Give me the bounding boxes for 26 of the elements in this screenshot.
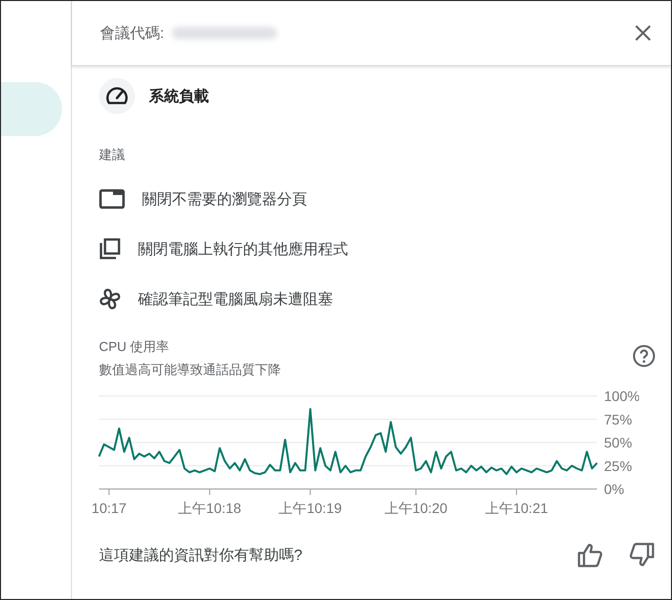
y-axis-label: 75% [604,411,632,428]
y-axis-label: 50% [604,434,632,450]
x-axis-label: 上午10:19 [278,500,342,516]
gauge-icon [99,78,135,114]
suggestions-heading: 建議 [99,146,126,164]
chart-subtitle: 數值過高可能導致通話品質下降 [99,361,281,379]
chart-title: CPU 使用率 [99,338,170,356]
x-axis-label: 上午10:21 [485,500,548,516]
nav-highlight-pill [1,82,62,136]
y-axis-label: 0% [604,481,624,497]
close-icon [633,23,653,43]
x-axis-label: 10:17 [92,500,127,516]
suggestion-text: 關閉電腦上執行的其他應用程式 [138,240,348,258]
y-axis-label: 100% [604,389,639,404]
section-title: 系統負載 [149,86,209,106]
stacked-windows-icon [99,238,121,260]
suggestion-text: 關閉不需要的瀏覽器分頁 [142,190,307,208]
meeting-code-label: 會議代碼: [100,24,164,42]
x-axis-label: 上午10:18 [178,500,242,516]
fan-icon [99,288,121,310]
browser-tab-icon [99,189,125,209]
feedback-question: 這項建議的資訊對你有幫助嗎? [99,546,302,564]
x-axis-label: 上午10:20 [384,500,448,516]
help-icon[interactable] [632,344,656,368]
y-axis-label: 25% [604,458,632,474]
suggestion-text: 確認筆記型電腦風扇未遭阻塞 [138,290,333,308]
